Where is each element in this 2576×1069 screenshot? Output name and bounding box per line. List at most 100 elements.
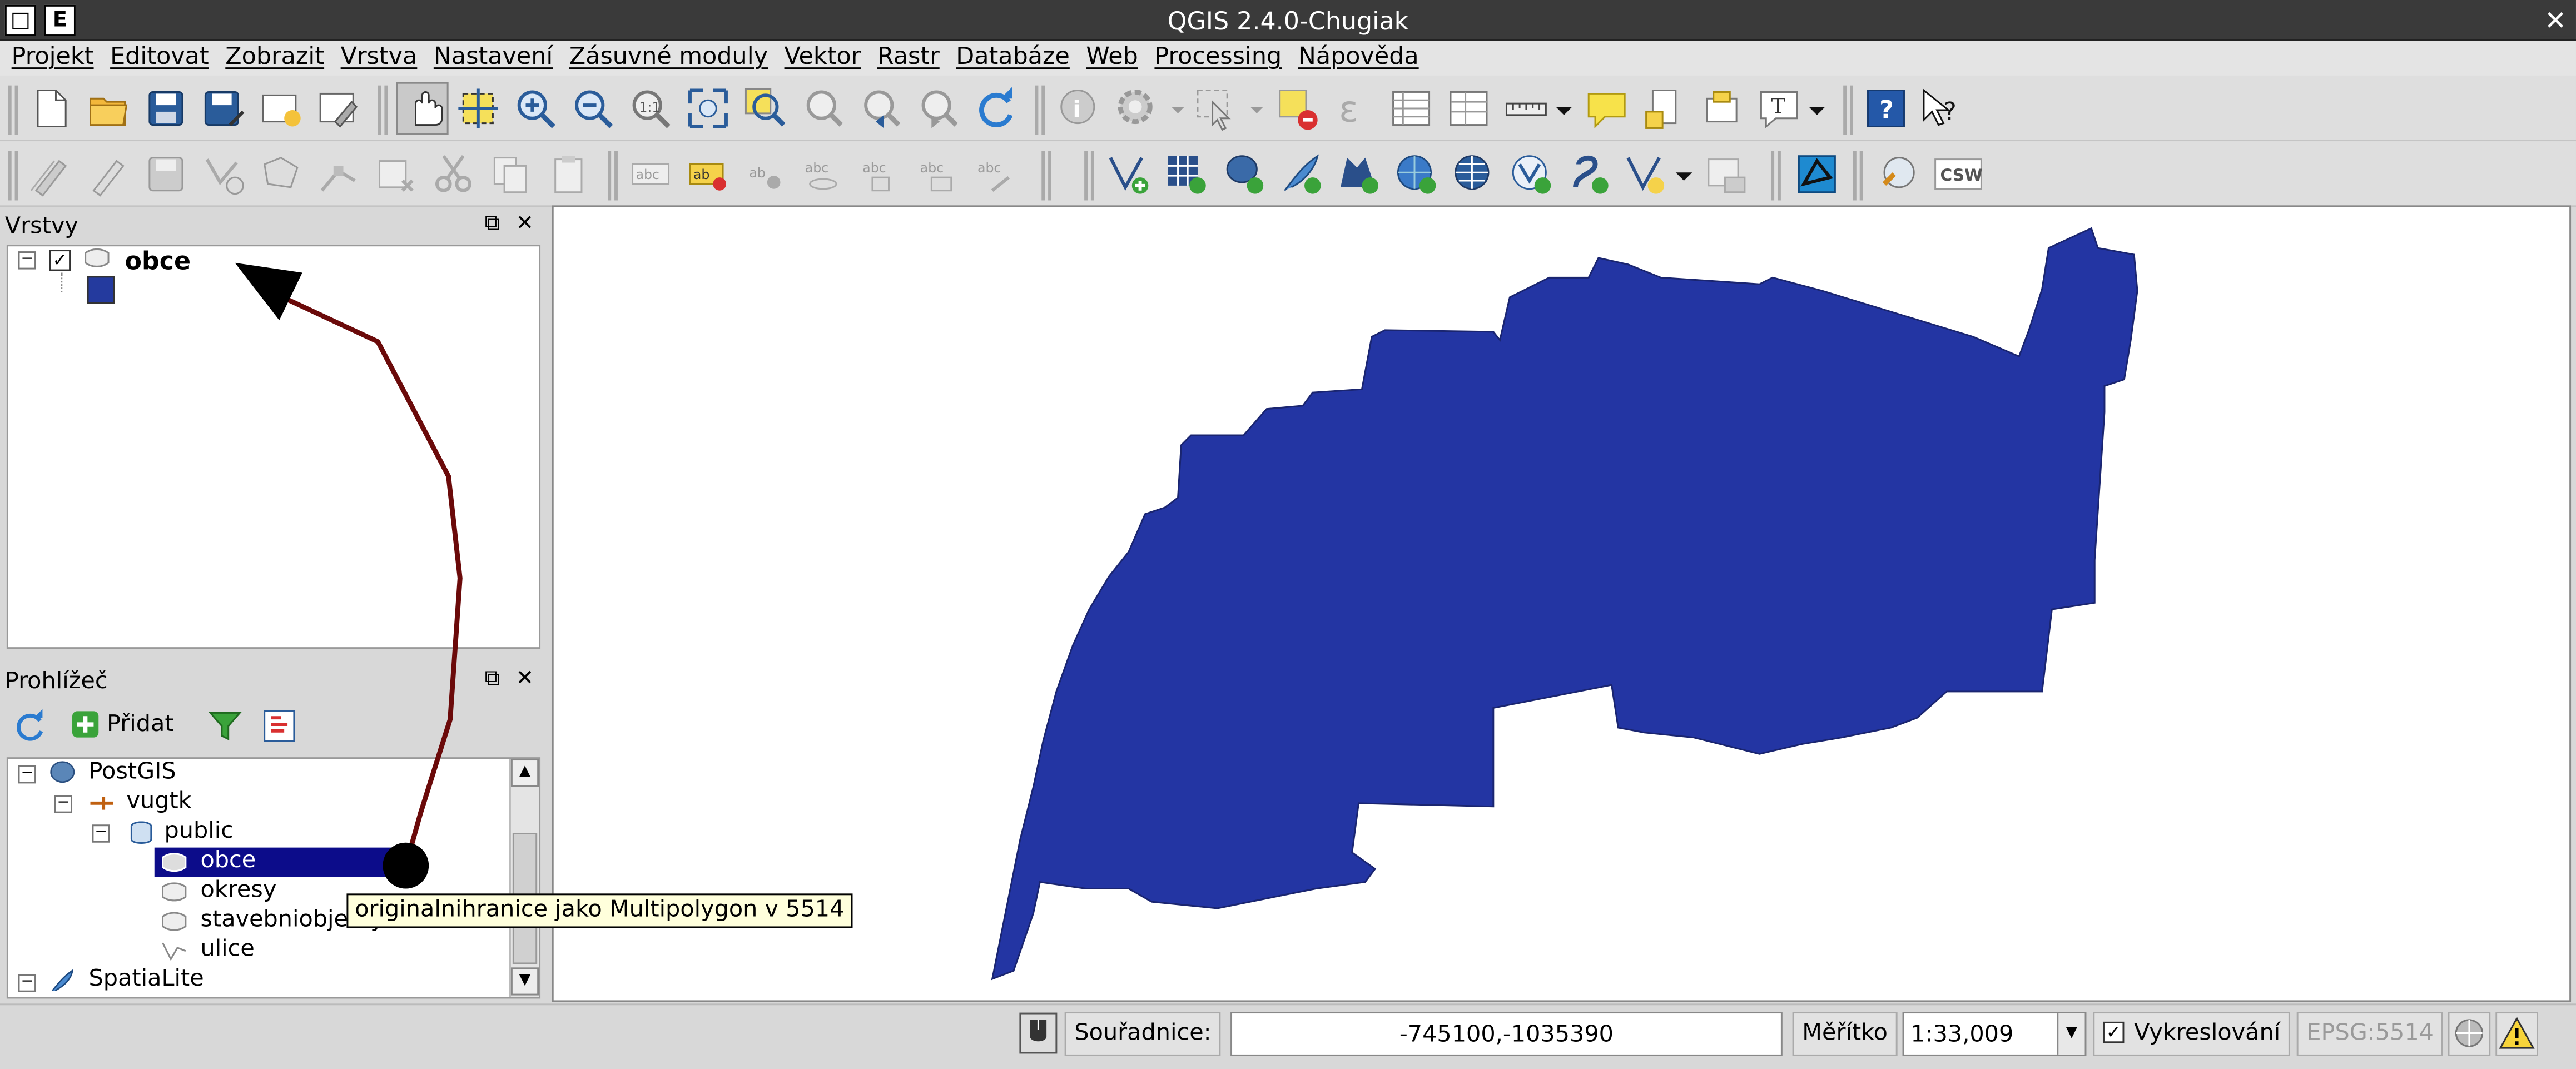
menu-vektor[interactable]: Vektor [778,41,867,76]
toolbar-handle[interactable] [1084,151,1094,201]
show-hide-labels-icon[interactable]: abc [972,151,1019,197]
save-as-icon[interactable] [200,86,246,132]
add-feature-icon[interactable] [200,151,246,197]
attribute-table-icon[interactable] [1388,86,1435,132]
table-node-ulice[interactable]: ulice [200,936,254,962]
menu-nastaveni[interactable]: Nastavení [427,41,559,76]
statistics-icon[interactable] [1446,86,1492,132]
toggle-editing-icon[interactable] [86,151,132,197]
menu-napoveda[interactable]: Nápověda [1292,41,1426,76]
new-bookmark-icon[interactable] [1641,86,1687,132]
text-annotation-icon[interactable]: T [1756,86,1803,132]
add-mssql-layer-icon[interactable] [1336,151,1382,197]
current-edits-icon[interactable] [28,151,74,197]
zoom-last-icon[interactable] [857,86,904,132]
toolbar-handle[interactable] [8,151,18,201]
delete-selected-icon[interactable] [373,151,419,197]
show-bookmarks-icon[interactable] [1699,86,1745,132]
zoom-full-icon[interactable] [685,86,731,132]
deselect-icon[interactable] [1275,86,1321,132]
add-delimited-text-icon[interactable] [1566,151,1612,197]
projection-globe-icon[interactable] [2448,1012,2491,1056]
copy-features-icon[interactable] [488,151,534,197]
scroll-down-icon[interactable]: ▼ [510,967,539,996]
add-wcs-layer-icon[interactable] [1451,151,1497,197]
render-toggle[interactable]: ✓ Vykreslování [2093,1012,2290,1056]
close-panel-icon[interactable]: ✕ [516,667,534,692]
identify-icon[interactable]: i [1056,86,1103,132]
schema-collapse-icon[interactable]: − [92,824,110,843]
chevron-down-icon[interactable] [1170,86,1187,132]
highlight-pinned-icon[interactable]: ab [743,151,789,197]
pan-icon[interactable] [401,86,447,132]
close-panel-icon[interactable]: ✕ [516,212,534,236]
add-wms-layer-icon[interactable] [1393,151,1440,197]
coordinate-field[interactable]: -745100,-1035390 [1230,1012,1783,1056]
chevron-down-icon[interactable] [1807,86,1826,132]
whats-this-icon[interactable]: ? [1919,86,1965,132]
csw-icon[interactable]: CSW [1934,151,1983,197]
select-features-icon[interactable] [1193,86,1239,132]
pan-to-selection-icon[interactable] [455,86,501,132]
layer-name[interactable]: obce [125,246,191,276]
scroll-up-icon[interactable]: ▲ [510,759,539,787]
layer-visibility-checkbox[interactable]: ✓ [49,250,71,271]
chevron-down-icon[interactable]: ▼ [2057,1013,2085,1055]
mouse-coordinate-icon[interactable] [1019,1012,1058,1055]
chevron-down-icon[interactable] [1674,151,1694,197]
layer-collapse-icon[interactable]: − [18,251,37,270]
zoom-to-layer-icon[interactable] [800,86,846,132]
chevron-down-icon[interactable] [1554,86,1574,132]
run-action-icon[interactable] [1114,86,1160,132]
map-canvas[interactable] [552,205,2572,1002]
pin-labels-icon[interactable]: ab [685,151,731,197]
float-panel-icon[interactable]: ⧉ [485,667,500,692]
menu-zobrazit[interactable]: Zobrazit [219,41,330,76]
add-spatialite-layer-icon[interactable] [1278,151,1324,197]
zoom-in-icon[interactable] [513,86,559,132]
spatialite-node[interactable]: SpatiaLite [89,966,204,992]
menu-projekt[interactable]: Projekt [5,41,101,76]
save-edits-icon[interactable] [143,151,189,197]
node-tool-icon[interactable] [315,151,361,197]
spatialite-collapse-icon[interactable]: − [18,974,37,992]
digitize-icon[interactable] [1794,151,1840,197]
paste-features-icon[interactable] [545,151,592,197]
menu-zasuvne-moduly[interactable]: Zásuvné moduly [563,41,775,76]
close-window-button[interactable]: ✕ [2539,4,2572,37]
float-panel-icon[interactable]: ⧉ [485,212,500,236]
new-print-composer-icon[interactable] [258,86,304,132]
new-project-icon[interactable] [28,86,74,132]
measure-icon[interactable] [1503,86,1550,132]
refresh-icon[interactable] [12,708,48,744]
refresh-icon[interactable] [972,86,1019,132]
georeferencer-icon[interactable] [1874,151,1920,197]
menu-editovat[interactable]: Editovat [103,41,215,76]
menu-databaze[interactable]: Databáze [949,41,1076,76]
label-tool-icon[interactable]: abc [628,151,674,197]
connection-collapse-icon[interactable]: − [54,795,73,813]
render-checkbox[interactable]: ✓ [2103,1021,2125,1043]
scale-combobox[interactable]: 1:33,009 ▼ [1902,1012,2087,1056]
connection-node[interactable]: vugtk [127,788,192,814]
postgis-node[interactable]: PostGIS [89,759,176,785]
new-spatialite-icon[interactable] [1702,151,1748,197]
add-postgis-layer-icon[interactable] [1220,151,1267,197]
help-icon[interactable]: ? [1863,86,1909,132]
zoom-next-icon[interactable] [915,86,961,132]
field-calculator-icon[interactable]: ε [1332,86,1378,132]
collapse-all-icon[interactable] [261,708,297,744]
new-shapefile-icon[interactable] [1623,151,1669,197]
table-node-obce[interactable]: obce [200,848,256,874]
zoom-native-icon[interactable]: 1:1 [628,86,674,132]
municipality-polygon[interactable] [991,227,2138,981]
save-project-icon[interactable] [143,86,189,132]
move-label-icon[interactable]: abc [800,151,846,197]
add-layer-button[interactable]: Přidat [71,709,174,739]
cut-features-icon[interactable] [430,151,477,197]
toolbar-handle[interactable] [8,85,18,135]
schema-node[interactable]: public [164,818,233,844]
warning-icon[interactable] [2495,1012,2539,1056]
browser-scrollbar[interactable]: ▲ ▼ [509,759,539,997]
table-node-okresy[interactable]: okresy [200,877,276,903]
